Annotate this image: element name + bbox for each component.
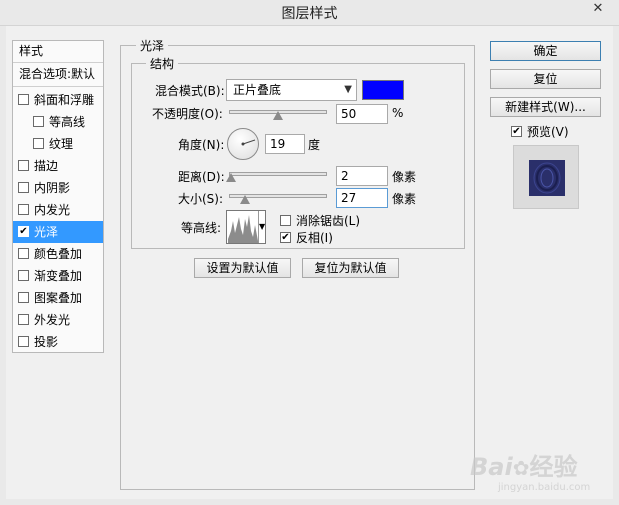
satin-group-title: 光泽 [136, 37, 169, 54]
sidebar-item-checkbox[interactable] [33, 116, 44, 127]
preview-thumbnail [529, 160, 565, 196]
preview-checkbox[interactable]: ✔ 预览(V) [511, 123, 569, 140]
blend-mode-value: 正片叠底 [233, 83, 282, 97]
window-frame-bottom [0, 499, 619, 505]
window-frame-left [0, 26, 6, 505]
sidebar-item-label: 斜面和浮雕 [34, 93, 95, 107]
sidebar-item-checkbox[interactable] [18, 204, 29, 215]
window-title: 图层样式 [281, 6, 338, 22]
opacity-slider-handle[interactable] [273, 111, 283, 120]
baidu-watermark: Bai✿经验 jingyan.baidu.com [470, 447, 615, 497]
contour-label: 等高线: [181, 221, 222, 235]
angle-dial[interactable] [227, 128, 259, 160]
sidebar-item-label: 投影 [34, 335, 59, 349]
sidebar-item[interactable]: 图案叠加 [13, 287, 103, 309]
contour-picker[interactable]: ▼ [226, 210, 266, 244]
sidebar-item-checkbox[interactable] [18, 182, 29, 193]
invert-label: 反相(I) [296, 231, 333, 245]
distance-unit: 像素 [392, 170, 417, 184]
sidebar-item-label: 渐变叠加 [34, 269, 83, 283]
sidebar-item-label: 内发光 [34, 203, 71, 217]
watermark-brand2: 经验 [529, 453, 578, 481]
sidebar-item-checkbox[interactable] [18, 292, 29, 303]
set-default-button[interactable]: 设置为默认值 [194, 258, 291, 278]
chevron-down-icon: ▼ [344, 84, 352, 95]
window-frame-right [613, 26, 619, 505]
sidebar-item-checkbox[interactable] [18, 248, 29, 259]
sidebar-item-label: 颜色叠加 [34, 247, 83, 261]
sidebar-item-label: 光泽 [34, 225, 59, 239]
preview-label: 预览(V) [527, 125, 569, 139]
structure-group-title: 结构 [146, 55, 179, 72]
ok-button[interactable]: 确定 [490, 41, 601, 61]
angle-label: 角度(N): [178, 138, 225, 152]
sidebar-item[interactable]: 内发光 [13, 199, 103, 221]
size-unit: 像素 [392, 192, 417, 206]
sidebar-item-checkbox[interactable] [18, 160, 29, 171]
antialias-label: 消除锯齿(L) [296, 214, 361, 228]
sidebar-item[interactable]: 颜色叠加 [13, 243, 103, 265]
sidebar-item[interactable]: 等高线 [13, 111, 103, 133]
sidebar-item-checkbox[interactable] [18, 270, 29, 281]
sidebar-item[interactable]: 内阴影 [13, 177, 103, 199]
distance-slider-track[interactable] [229, 172, 327, 176]
sidebar-item[interactable]: 斜面和浮雕 [13, 89, 103, 111]
sidebar-item[interactable]: 外发光 [13, 309, 103, 331]
watermark-url: jingyan.baidu.com [498, 482, 591, 493]
antialias-checkbox[interactable]: 消除锯齿(L) [280, 212, 360, 229]
style-preview [513, 145, 579, 209]
sidebar-item[interactable]: ✔ 光泽 [13, 221, 103, 243]
size-input[interactable]: 27 [336, 188, 388, 208]
invert-checkbox[interactable]: ✔ 反相(I) [280, 229, 333, 246]
blend-mode-label: 混合模式(B): [155, 84, 225, 98]
sidebar-item-checkbox[interactable] [18, 314, 29, 325]
sidebar-item-label: 等高线 [49, 115, 86, 129]
antialias-checkbox-box[interactable] [280, 215, 291, 226]
sidebar-item-checkbox[interactable] [33, 138, 44, 149]
sidebar-item[interactable]: 描边 [13, 155, 103, 177]
sidebar-item-checkbox[interactable] [18, 94, 29, 105]
reset-button[interactable]: 复位 [490, 69, 601, 89]
sidebar-item-label: 外发光 [34, 313, 71, 327]
sidebar-item[interactable]: 投影 [13, 331, 103, 353]
sidebar-item-label: 图案叠加 [34, 291, 83, 305]
distance-input[interactable]: 2 [336, 166, 388, 186]
contour-dropdown-arrow-icon[interactable]: ▼ [258, 211, 265, 243]
sidebar-header[interactable]: 样式 [13, 41, 103, 63]
new-style-button[interactable]: 新建样式(W)... [490, 97, 601, 117]
close-button[interactable]: ✕ [577, 0, 619, 20]
angle-input[interactable]: 19 [265, 134, 305, 154]
styles-sidebar: 样式 混合选项:默认 斜面和浮雕等高线纹理描边内阴影内发光 ✔ 光泽颜色叠加渐变叠加… [12, 40, 104, 353]
contour-curve-icon [228, 211, 258, 243]
opacity-label: 不透明度(O): [152, 107, 223, 121]
size-slider-handle[interactable] [240, 195, 250, 204]
size-label: 大小(S): [178, 192, 224, 206]
sidebar-item[interactable]: 纹理 [13, 133, 103, 155]
opacity-unit: % [392, 106, 404, 120]
sidebar-item-blend-options[interactable]: 混合选项:默认 [13, 63, 103, 87]
distance-label: 距离(D): [178, 170, 225, 184]
sidebar-item-label: 纹理 [49, 137, 74, 151]
distance-slider-handle[interactable] [226, 173, 236, 182]
sidebar-item[interactable]: 渐变叠加 [13, 265, 103, 287]
sidebar-item-checkbox[interactable]: ✔ [18, 226, 29, 237]
sidebar-item-label: 描边 [34, 159, 59, 173]
reset-default-button[interactable]: 复位为默认值 [302, 258, 399, 278]
invert-checkbox-box[interactable]: ✔ [280, 232, 291, 243]
preview-satin-rings-icon [533, 162, 561, 194]
paw-icon: ✿ [512, 456, 530, 480]
preview-checkbox-box[interactable]: ✔ [511, 126, 522, 137]
sidebar-item-checkbox[interactable] [18, 336, 29, 347]
angle-unit: 度 [308, 138, 321, 152]
blend-color-swatch[interactable] [362, 80, 404, 100]
blend-mode-select[interactable]: 正片叠底 ▼ [226, 79, 357, 101]
sidebar-item-label: 内阴影 [34, 181, 71, 195]
watermark-brand: Bai [470, 453, 513, 481]
opacity-input[interactable]: 50 [336, 104, 388, 124]
